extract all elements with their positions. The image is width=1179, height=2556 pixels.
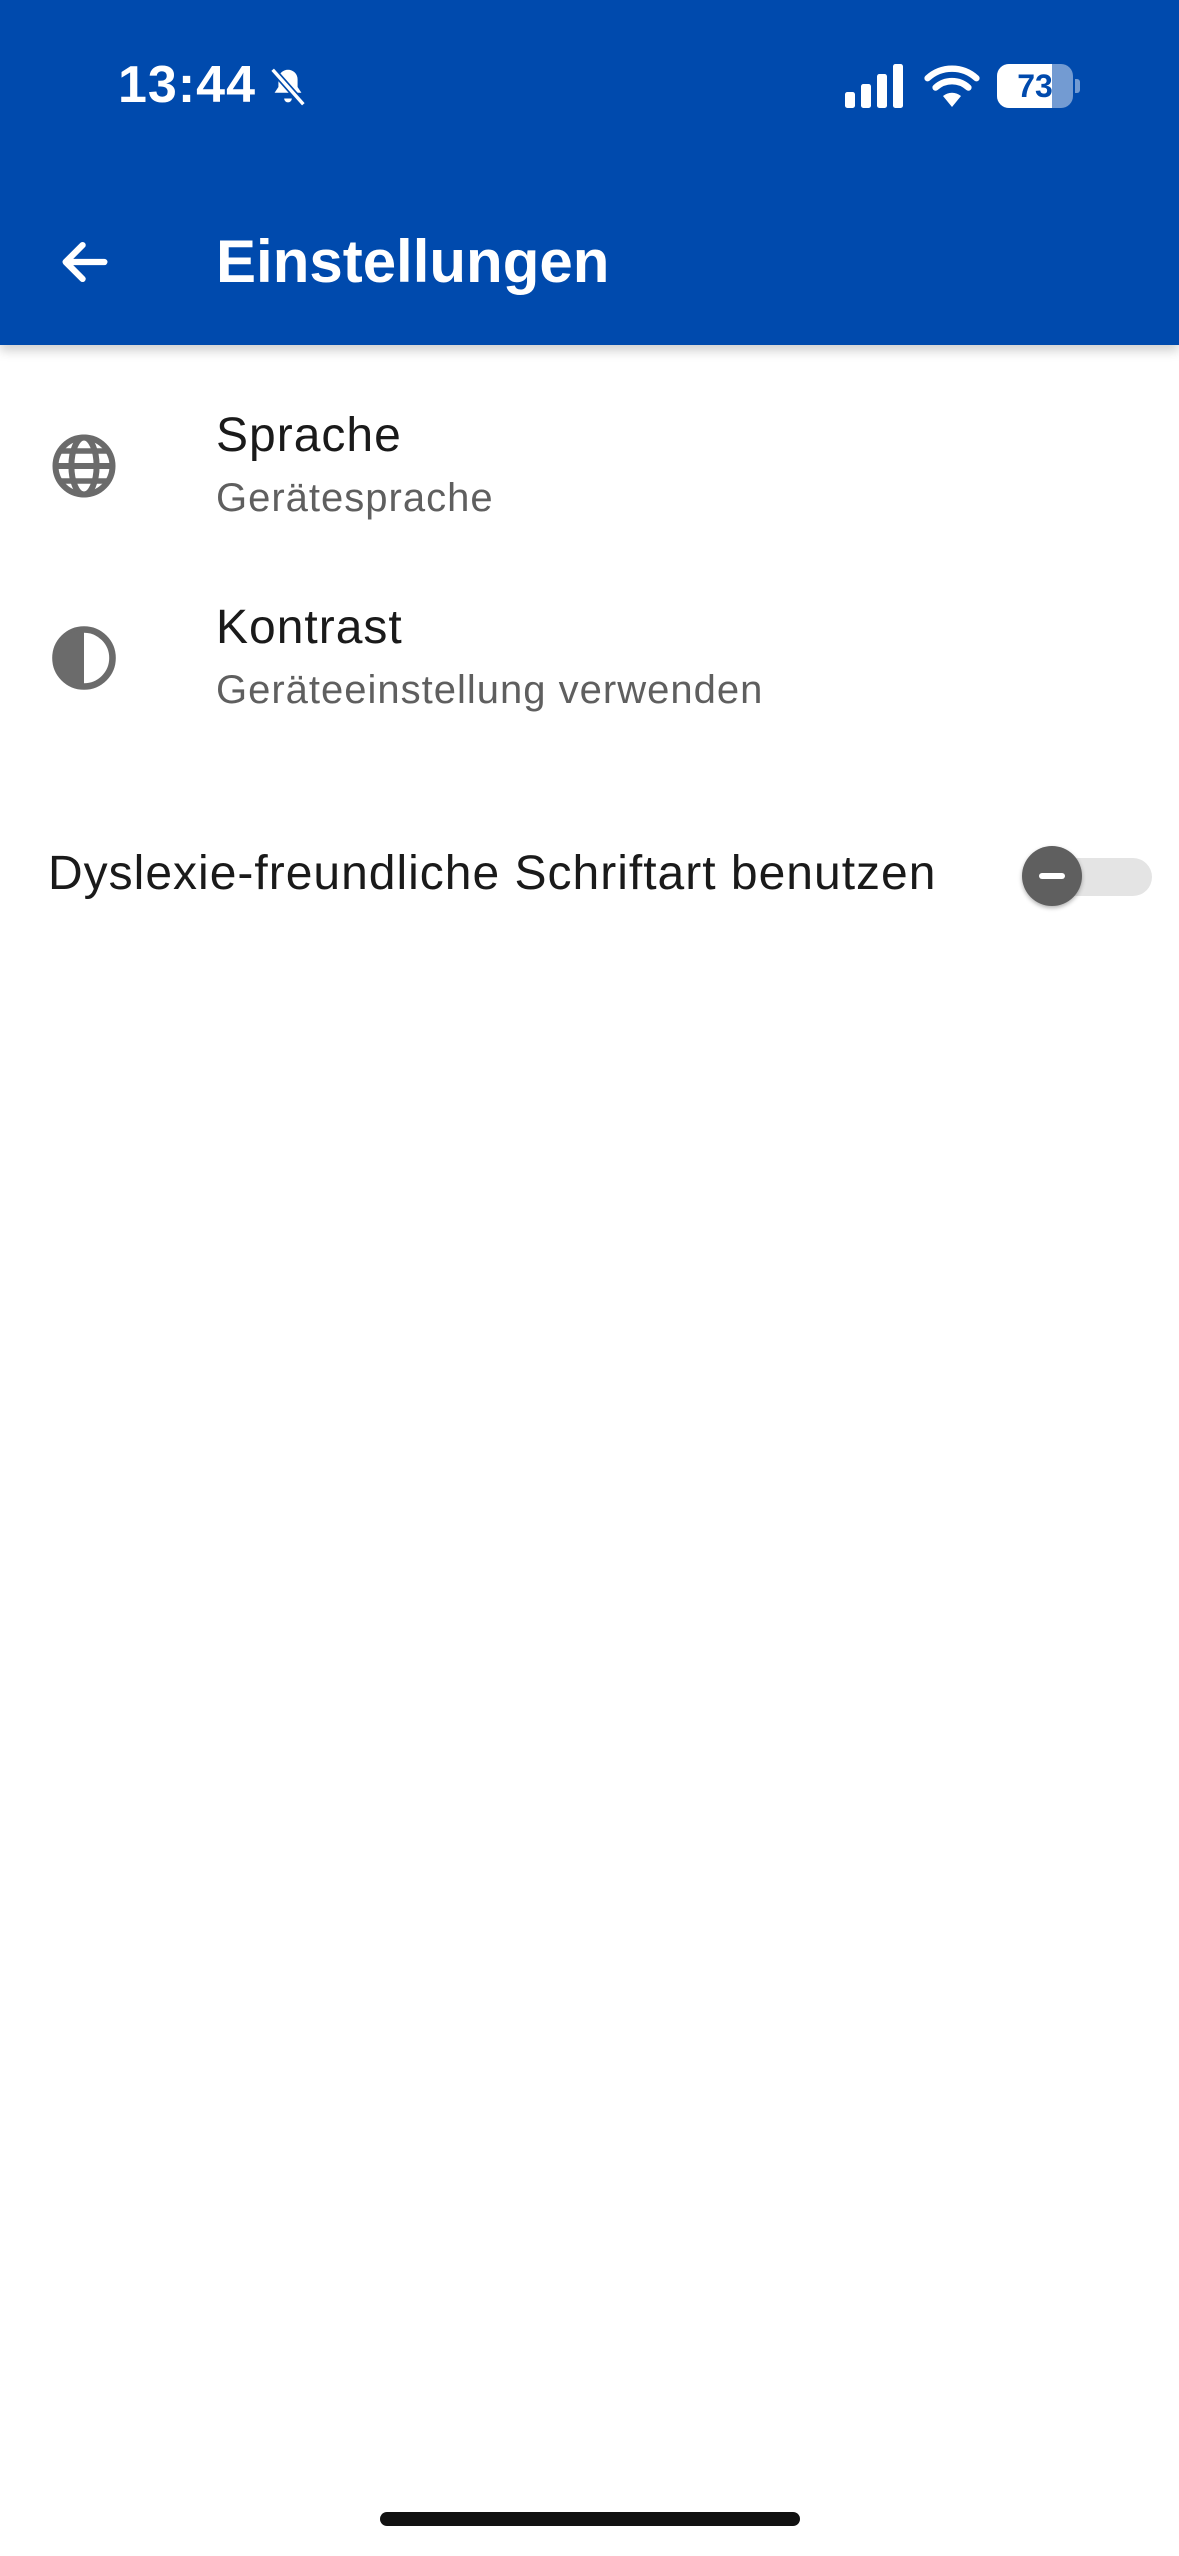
home-indicator[interactable] bbox=[380, 2512, 800, 2526]
dyslexia-font-label: Dyslexie-freundliche Schriftart benutzen bbox=[48, 847, 937, 900]
battery-body: 73 bbox=[997, 64, 1073, 108]
cellular-signal-icon bbox=[845, 64, 903, 108]
bell-muted-icon bbox=[270, 67, 306, 107]
wifi-icon bbox=[924, 65, 980, 107]
setting-title-contrast: Kontrast bbox=[216, 601, 403, 654]
switch-thumb bbox=[1022, 846, 1082, 906]
setting-subtitle-language: Gerätesprache bbox=[216, 476, 494, 520]
settings-screen: 13:44 73 Einstellungen Sprache Gerätespr… bbox=[0, 0, 1179, 2556]
battery-tip bbox=[1075, 79, 1080, 93]
setting-subtitle-contrast: Geräteeinstellung verwenden bbox=[216, 668, 764, 712]
setting-title-language: Sprache bbox=[216, 409, 402, 462]
minus-icon bbox=[1039, 873, 1065, 879]
battery-percentage: 73 bbox=[1017, 68, 1053, 104]
status-time: 13:44 bbox=[118, 56, 256, 114]
contrast-icon bbox=[52, 626, 116, 690]
setting-item-language[interactable]: Sprache Gerätesprache bbox=[0, 372, 1179, 562]
arrow-left-icon bbox=[62, 241, 108, 283]
globe-icon bbox=[52, 434, 116, 498]
back-button[interactable] bbox=[45, 222, 125, 302]
dyslexia-font-row[interactable]: Dyslexie-freundliche Schriftart benutzen bbox=[0, 800, 1179, 950]
page-title: Einstellungen bbox=[216, 228, 610, 295]
battery-icon: 73 bbox=[997, 64, 1081, 108]
app-header: 13:44 73 Einstellungen bbox=[0, 0, 1179, 345]
setting-item-contrast[interactable]: Kontrast Geräteeinstellung verwenden bbox=[0, 564, 1179, 754]
dyslexia-font-switch[interactable] bbox=[1022, 840, 1152, 906]
